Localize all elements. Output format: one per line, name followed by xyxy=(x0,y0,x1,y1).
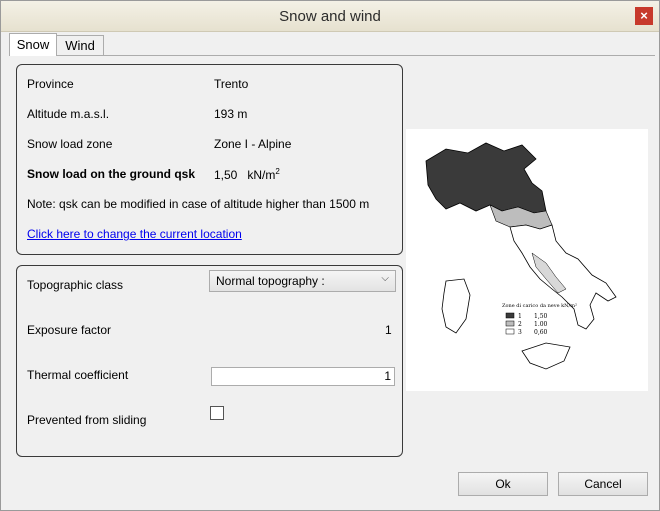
topographic-class-value: Normal topography : xyxy=(216,274,325,288)
exposure-factor-label: Exposure factor xyxy=(27,323,112,337)
tab-strip: Snow Wind xyxy=(9,33,655,56)
coefficients-group: Topographic class Normal topography : ⌵ … xyxy=(16,265,403,457)
cancel-button[interactable]: Cancel xyxy=(558,472,648,496)
map-zone-alpine xyxy=(425,142,547,214)
title-bar: Snow and wind × xyxy=(1,1,659,32)
legend-swatch-2 xyxy=(505,320,515,327)
snow-load-unit: kN/m xyxy=(247,168,276,182)
altitude-value: 193 m xyxy=(214,107,248,121)
snow-load-label: Snow load on the ground qsk xyxy=(27,167,195,181)
province-value: Trento xyxy=(214,77,249,91)
province-label: Province xyxy=(27,77,74,91)
tab-wind[interactable]: Wind xyxy=(56,35,104,56)
thermal-coefficient-input[interactable] xyxy=(212,368,394,383)
legend-value-2: 1.00 xyxy=(534,321,548,328)
snow-load-value: 1,50 kN/m2 xyxy=(214,167,280,182)
prevented-sliding-label: Prevented from sliding xyxy=(27,413,147,427)
snow-load-number: 1,50 xyxy=(214,168,238,182)
snow-zone-map: Zone di carico da neve kN/m² 1 1,50 2 1.… xyxy=(406,129,648,391)
ok-button[interactable]: Ok xyxy=(458,472,548,496)
dialog-window: Snow and wind × Snow Wind Province Trent… xyxy=(0,0,660,511)
legend-swatch-3 xyxy=(505,328,515,335)
exposure-factor-value: 1 xyxy=(385,323,392,337)
snow-load-unit-exponent: 2 xyxy=(275,167,280,176)
change-location-link[interactable]: Click here to change the current locatio… xyxy=(27,227,242,241)
legend-value-1: 1,50 xyxy=(534,313,548,320)
chevron-down-icon: ⌵ xyxy=(381,273,389,284)
prevented-sliding-checkbox[interactable] xyxy=(210,406,224,420)
window-title: Snow and wind xyxy=(279,8,381,25)
map-zone-peninsula xyxy=(509,224,617,330)
location-group: Province Trento Altitude m.a.s.l. 193 m … xyxy=(16,64,403,255)
altitude-label: Altitude m.a.s.l. xyxy=(27,107,110,121)
close-icon: × xyxy=(640,8,648,23)
thermal-coefficient-field[interactable] xyxy=(211,367,395,386)
altitude-note: Note: qsk can be modified in case of alt… xyxy=(27,197,370,211)
legend-zone-1: 1 xyxy=(518,313,522,320)
close-button[interactable]: × xyxy=(635,7,653,25)
thermal-coefficient-label: Thermal coefficient xyxy=(27,368,129,382)
topographic-class-label: Topographic class xyxy=(27,278,124,292)
legend-value-3: 0,60 xyxy=(534,329,548,336)
tab-content: Province Trento Altitude m.a.s.l. 193 m … xyxy=(9,55,655,496)
map-sardinia xyxy=(441,278,471,334)
map-sicily xyxy=(521,342,571,370)
topographic-class-select[interactable]: Normal topography : ⌵ xyxy=(209,270,396,292)
legend-swatch-1 xyxy=(505,312,515,319)
snow-zone-value: Zone I - Alpine xyxy=(214,137,292,151)
snow-zone-label: Snow load zone xyxy=(27,137,113,151)
legend-zone-2: 2 xyxy=(518,321,522,328)
map-legend-title: Zone di carico da neve kN/m² xyxy=(502,303,577,309)
tab-snow[interactable]: Snow xyxy=(9,33,57,56)
legend-zone-3: 3 xyxy=(518,329,522,336)
